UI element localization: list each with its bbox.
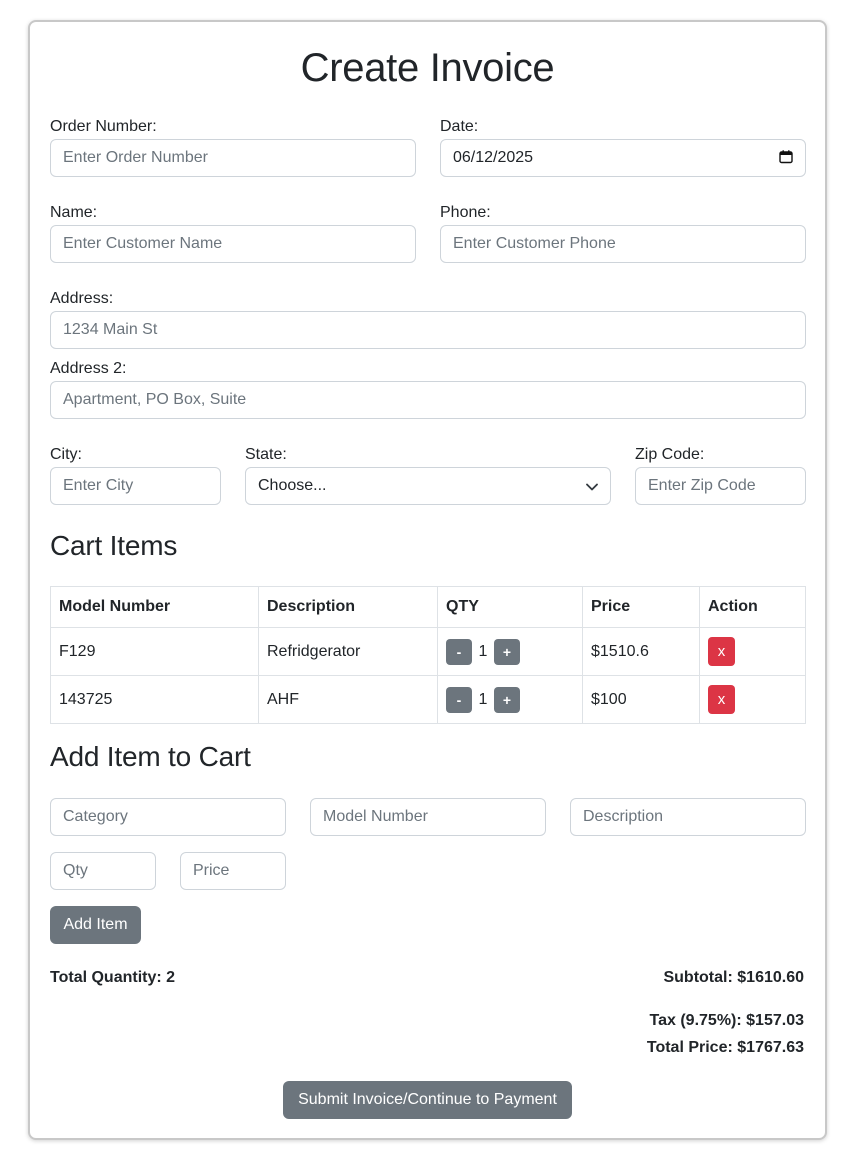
subtotal-label: Subtotal: (663, 969, 733, 986)
table-row: F129 Refridgerator - 1 + $1510.6 x (50, 627, 806, 676)
cell-qty: - 1 + (437, 627, 583, 676)
category-input[interactable]: Category (50, 798, 286, 836)
order-number-label: Order Number: (50, 118, 157, 135)
model-number-placeholder: Model Number (323, 808, 428, 825)
cell-description: Refridgerator (258, 627, 438, 676)
description-input[interactable]: Description (570, 798, 806, 836)
price-input[interactable]: Price (180, 852, 286, 890)
date-label: Date: (440, 118, 479, 135)
zip-label: Zip Code: (635, 446, 705, 463)
tax-value: $157.03 (746, 1012, 804, 1029)
customer-phone-placeholder: Enter Customer Phone (453, 235, 616, 252)
increase-qty-button[interactable]: + (494, 686, 520, 713)
total-quantity-value: 2 (166, 969, 176, 986)
column-header-model-number: Model Number (50, 586, 259, 628)
price-placeholder: Price (193, 862, 230, 879)
total-price-label: Total Price: (646, 1039, 733, 1056)
cell-description: AHF (258, 675, 438, 724)
cell-qty: - 1 + (437, 675, 583, 724)
state-label: State: (245, 446, 287, 463)
qty-value: 1 (478, 642, 488, 660)
total-quantity-label: Total Quantity: (50, 969, 162, 986)
zip-code-placeholder: Enter Zip Code (648, 477, 756, 494)
date-input[interactable]: 06/12/2025 (440, 139, 806, 177)
calendar-icon[interactable] (779, 150, 793, 167)
description-placeholder: Description (583, 808, 664, 825)
state-select[interactable]: Choose... (245, 467, 611, 505)
tax-label: Tax (9.75%): (649, 1012, 742, 1029)
address2-label: Address 2: (50, 360, 127, 377)
customer-name-placeholder: Enter Customer Name (63, 235, 223, 252)
customer-name-input[interactable]: Enter Customer Name (50, 225, 416, 263)
add-item-button[interactable]: Add Item (50, 906, 141, 944)
address-label: Address: (50, 290, 114, 307)
cell-model-number: F129 (50, 627, 259, 676)
order-number-input[interactable]: Enter Order Number (50, 139, 416, 177)
total-price-value: $1767.63 (737, 1039, 804, 1056)
category-placeholder: Category (63, 808, 128, 825)
decrease-qty-button[interactable]: - (446, 638, 472, 665)
cart-items-heading: Cart Items (50, 530, 178, 561)
cart-table: Model Number Description QTY Price Actio… (50, 586, 806, 724)
name-label: Name: (50, 204, 98, 221)
subtotal: Subtotal: $1610.60 (663, 969, 804, 987)
total-quantity: Total Quantity: 2 (50, 969, 175, 987)
cell-price: $1510.6 (582, 627, 700, 676)
tax: Tax (9.75%): $157.03 (650, 1012, 804, 1030)
table-row: 143725 AHF - 1 + $100 x (50, 675, 806, 724)
address2-placeholder: Apartment, PO Box, Suite (63, 391, 247, 408)
city-input[interactable]: Enter City (50, 467, 221, 505)
cell-action: x (699, 627, 806, 676)
address2-input[interactable]: Apartment, PO Box, Suite (50, 381, 806, 419)
customer-phone-input[interactable]: Enter Customer Phone (440, 225, 806, 263)
date-value: 06/12/2025 (453, 149, 534, 166)
page-title: Create Invoice (300, 46, 555, 90)
total-price: Total Price: $1767.63 (647, 1039, 804, 1057)
cart-table-header-row: Model Number Description QTY Price Actio… (50, 586, 806, 628)
column-header-action: Action (699, 586, 806, 628)
address-placeholder: 1234 Main St (63, 321, 158, 338)
address-input[interactable]: 1234 Main St (50, 311, 806, 349)
increase-qty-button[interactable]: + (494, 638, 520, 665)
phone-label: Phone: (440, 204, 491, 221)
qty-value: 1 (478, 690, 488, 708)
submit-invoice-button[interactable]: Submit Invoice/Continue to Payment (283, 1081, 572, 1119)
cell-model-number: 143725 (50, 675, 259, 724)
order-number-placeholder: Enter Order Number (63, 149, 208, 166)
qty-placeholder: Qty (63, 862, 88, 879)
column-header-qty: QTY (437, 586, 583, 628)
remove-item-button[interactable]: x (708, 685, 735, 714)
cell-action: x (699, 675, 806, 724)
model-number-input[interactable]: Model Number (310, 798, 546, 836)
subtotal-value: $1610.60 (737, 969, 804, 986)
column-header-description: Description (258, 586, 438, 628)
cell-price: $100 (582, 675, 700, 724)
chevron-down-icon (586, 478, 598, 494)
state-selected-value: Choose... (258, 477, 327, 494)
add-item-heading: Add Item to Cart (50, 741, 251, 772)
decrease-qty-button[interactable]: - (446, 686, 472, 713)
column-header-price: Price (582, 586, 700, 628)
city-placeholder: Enter City (63, 477, 134, 494)
remove-item-button[interactable]: x (708, 637, 735, 666)
zip-code-input[interactable]: Enter Zip Code (635, 467, 806, 505)
invoice-card: Create Invoice Order Number: Enter Order… (28, 20, 827, 1140)
city-label: City: (50, 446, 82, 463)
qty-input[interactable]: Qty (50, 852, 156, 890)
